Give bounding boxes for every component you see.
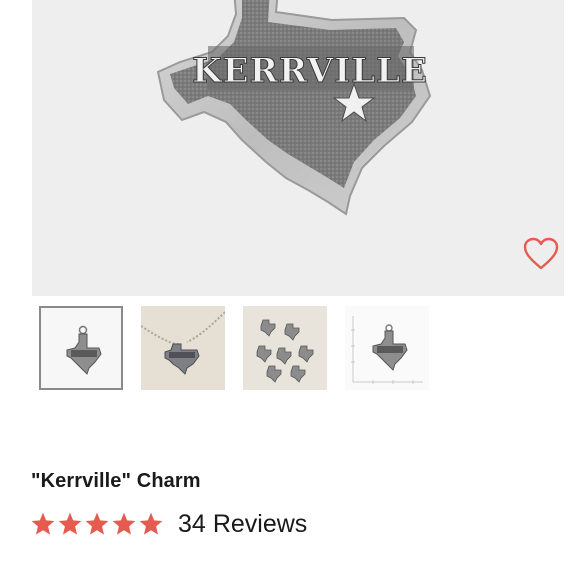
- thumb-size-scale[interactable]: [345, 306, 429, 390]
- thumb-front-view[interactable]: [39, 306, 123, 390]
- star-icon: [85, 512, 109, 535]
- star-icon: [58, 512, 82, 535]
- reviews-link[interactable]: 34 Reviews: [178, 510, 307, 539]
- thumb-on-necklace[interactable]: [141, 306, 225, 390]
- product-rating[interactable]: 34 Reviews: [30, 508, 307, 540]
- heart-outline-icon[interactable]: [523, 237, 559, 271]
- thumb-group-of-charms[interactable]: [243, 306, 327, 390]
- review-count: 34: [178, 509, 206, 538]
- star-icon: [31, 512, 55, 535]
- rating-stars: [30, 511, 165, 537]
- charm-engraving-text: KERRVILLE: [192, 51, 428, 91]
- star-icon: [139, 512, 163, 535]
- star-icon: [112, 512, 136, 535]
- review-label: Reviews: [212, 509, 308, 538]
- product-title: "Kerrville" Charm: [31, 470, 201, 492]
- product-hero-image[interactable]: KERRVILLE: [32, 0, 564, 296]
- favorite-button[interactable]: [523, 237, 559, 271]
